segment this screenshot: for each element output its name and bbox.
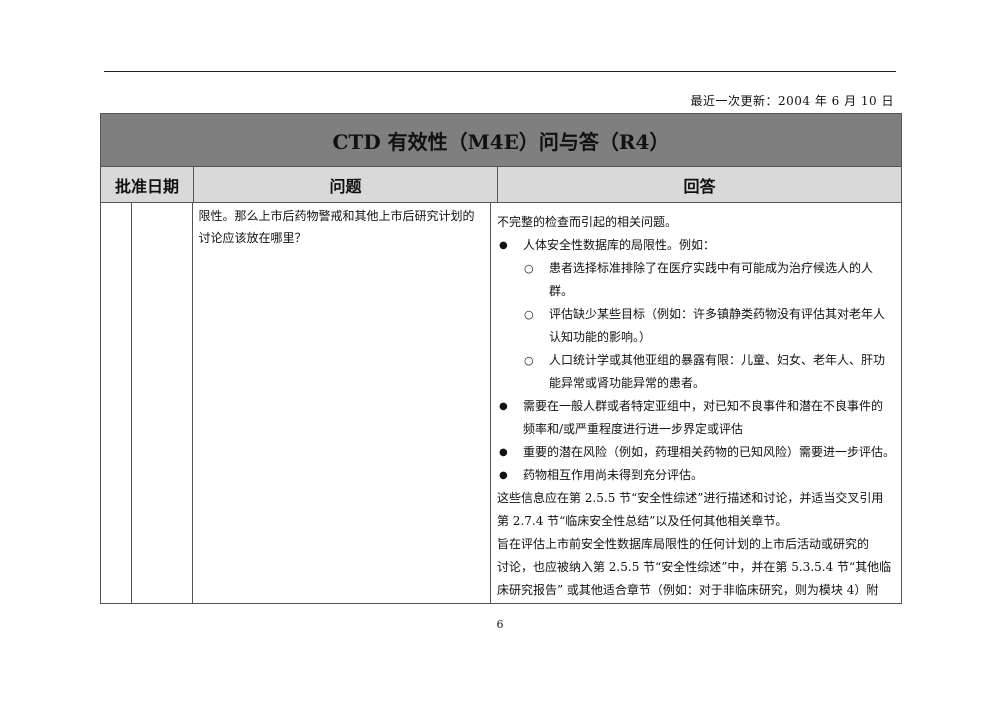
- sub-item-continuation: 能异常或肾功能异常的患者。: [497, 372, 895, 395]
- date-cell: [101, 203, 193, 603]
- hollow-bullet-icon: ○: [523, 262, 534, 275]
- sub-item-continuation: 认知功能的影响。）: [497, 326, 895, 349]
- table-row: 限性。那么上市后药物警戒和其他上市后研究计划的 讨论应该放在哪里？ 不完整的检查…: [101, 203, 901, 603]
- sub-item-text: 评估缺少某些目标（例如：许多镇静类药物没有评估其对老年人: [548, 307, 885, 321]
- page-number: 6: [496, 618, 504, 631]
- sub-item-continuation: 群。: [497, 280, 895, 303]
- filled-bullet-icon: ●: [498, 470, 508, 481]
- table-header-row: 批准日期 问题 回答: [101, 167, 901, 203]
- filled-bullet-icon: ●: [498, 240, 508, 251]
- answer-paragraph-line: 床研究报告” 或其他适合章节（例如：对于非临床研究，则为模块 4）附: [496, 583, 879, 597]
- bullet-text: 人体安全性数据库的局限性。例如：: [522, 238, 715, 252]
- column-header-date: 批准日期: [101, 167, 194, 202]
- column-header-question: 问题: [194, 167, 498, 202]
- hollow-bullet-icon: ○: [523, 354, 534, 367]
- sub-item-text: 患者选择标准排除了在医疗实践中有可能成为治疗候选人的人: [548, 261, 873, 275]
- answer-paragraph-line: 讨论，也应被纳入第 2.5.5 节“安全性综述”中，并在第 5.3.5.4 节“…: [496, 560, 892, 574]
- question-cell: 限性。那么上市后药物警戒和其他上市后研究计划的 讨论应该放在哪里？: [193, 203, 491, 603]
- sub-item-limited-exposure: ○ 人口统计学或其他亚组的暴露有限：儿童、妇女、老年人、肝功: [497, 349, 895, 372]
- column-header-answer: 回答: [683, 176, 716, 196]
- sub-item-text: 认知功能的影响。）: [548, 330, 651, 344]
- last-updated-date: 最近一次更新：2004 年 6 月 10 日: [690, 94, 894, 108]
- answer-paragraph-line: 这些信息应在第 2.5.5 节“安全性综述”进行描述和讨论，并适当交叉引用: [496, 491, 884, 505]
- bullet-text: 重要的潜在风险（例如，药理相关药物的已知风险）需要进一步评估。: [522, 445, 895, 459]
- bullet-item-adverse-events: ● 需要在一般人群或者特定亚组中，对已知不良事件和潜在不良事件的: [497, 395, 895, 418]
- filled-bullet-icon: ●: [498, 447, 508, 458]
- answer-paragraph-line: 旨在评估上市前安全性数据库局限性的任何计划的上市后活动或研究的: [496, 537, 869, 551]
- sub-item-text: 群。: [548, 284, 573, 298]
- filled-bullet-icon: ●: [498, 401, 508, 412]
- answer-paragraph-line: 第 2.7.4 节“临床安全性总结”以及任何其他相关章节。: [496, 514, 788, 528]
- question-line-2: 讨论应该放在哪里？: [198, 231, 307, 245]
- qa-table: CTD 有效性（M4E）问与答（R4） 批准日期 问题 回答 限性。那么上市后药…: [100, 113, 902, 604]
- bullet-item-database-limits: ● 人体安全性数据库的局限性。例如：: [497, 234, 895, 257]
- bullet-item-potential-risks: ● 重要的潜在风险（例如，药理相关药物的已知风险）需要进一步评估。: [497, 441, 895, 464]
- answer-cell: 不完整的检查而引起的相关问题。 ● 人体安全性数据库的局限性。例如： ○ 患者选…: [491, 203, 901, 603]
- sub-item-text: 人口统计学或其他亚组的暴露有限：儿童、妇女、老年人、肝功: [548, 353, 885, 367]
- bullet-item-continuation: 频率和/或严重程度进行进一步界定或评估: [497, 418, 895, 441]
- date-subcell-1: [101, 203, 132, 603]
- bullet-item-drug-interactions: ● 药物相互作用尚未得到充分评估。: [497, 464, 895, 487]
- bullet-text: 药物相互作用尚未得到充分评估。: [522, 468, 703, 482]
- bullet-text: 需要在一般人群或者特定亚组中，对已知不良事件和潜在不良事件的: [522, 399, 883, 413]
- date-subcell-2: [132, 203, 192, 603]
- hollow-bullet-icon: ○: [523, 308, 534, 321]
- bullet-text: 频率和/或严重程度进行进一步界定或评估: [522, 422, 744, 436]
- question-line-1: 限性。那么上市后药物警戒和其他上市后研究计划的: [198, 209, 475, 223]
- header-rule: [104, 71, 896, 72]
- sub-item-selection-criteria: ○ 患者选择标准排除了在医疗实践中有可能成为治疗候选人的人: [497, 257, 895, 280]
- answer-intro: 不完整的检查而引起的相关问题。: [496, 215, 677, 229]
- table-title: CTD 有效性（M4E）问与答（R4）: [101, 114, 901, 167]
- sub-item-missing-targets: ○ 评估缺少某些目标（例如：许多镇静类药物没有评估其对老年人: [497, 303, 895, 326]
- sub-item-text: 能异常或肾功能异常的患者。: [548, 376, 705, 390]
